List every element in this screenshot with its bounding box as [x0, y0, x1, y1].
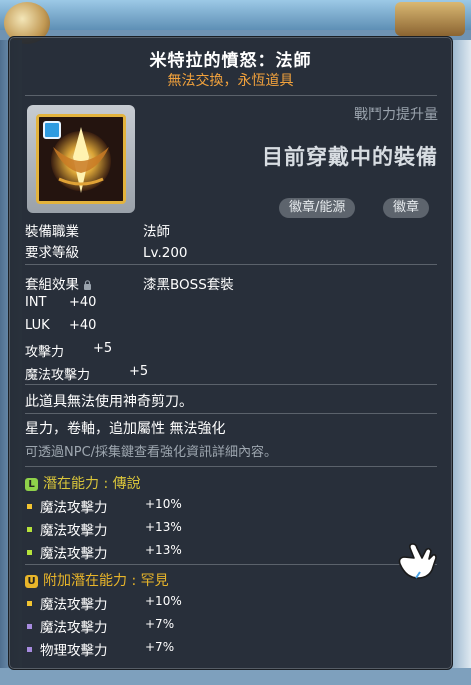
badge-energy-tab[interactable]: 徽章/能源	[279, 198, 356, 218]
legendary-icon: L	[25, 478, 38, 491]
bullet-icon	[27, 601, 32, 606]
stat-row: LUK +40	[25, 318, 96, 333]
enhance-note: 星力，卷軸，追加屬性 無法強化	[25, 421, 226, 437]
divider	[25, 564, 437, 565]
scissors-note: 此道具無法使用神奇剪刀。	[25, 394, 193, 410]
stat-value: +40	[69, 318, 97, 333]
badge-tab[interactable]: 徽章	[383, 198, 430, 218]
additional-potential-line: 魔法攻擊力 +10%	[27, 593, 182, 613]
divider	[25, 413, 437, 414]
potential-value: +13%	[145, 543, 182, 557]
additional-potential-header: U 附加潛在能力 : 罕見	[25, 570, 169, 590]
level-value: Lv.200	[143, 245, 188, 261]
stat-name: 攻擊力	[25, 345, 65, 360]
potential-name: 魔法攻擊力	[40, 546, 108, 562]
stat-row: 魔法攻擊力 +5	[25, 364, 148, 383]
stat-name: 魔法攻擊力	[25, 368, 91, 383]
game-background-bottom	[0, 668, 471, 685]
potential-line: 魔法攻擊力 +13%	[27, 519, 182, 539]
job-value: 法師	[143, 224, 170, 240]
stat-name: LUK	[25, 318, 50, 333]
item-trade-status: 無法交換，永恆道具	[167, 73, 294, 89]
set-value: 漆黑BOSS套裝	[143, 277, 234, 293]
potential-header: L 潛在能力 : 傳說	[25, 473, 141, 493]
item-tooltip: 米特拉的憤怒：法師 無法交換，永恆道具 戰鬥力提升量 目前穿戴中的裝備 徽章/能…	[8, 36, 453, 670]
job-row: 裝備職業 法師	[25, 220, 170, 240]
divider	[25, 95, 437, 96]
potential-title: 潛在能力 : 傳說	[43, 476, 141, 492]
item-icon-frame	[27, 105, 135, 213]
potential-value: +10%	[145, 497, 182, 511]
stat-row: 攻擊力 +5	[25, 341, 112, 360]
additional-potential-line: 物理攻擊力 +7%	[27, 639, 174, 659]
unique-icon: U	[25, 575, 38, 588]
game-background-right	[452, 40, 471, 685]
potential-name: 魔法攻擊力	[40, 500, 108, 516]
stat-value: +5	[129, 364, 149, 379]
potential-name: 魔法攻擊力	[40, 523, 108, 539]
potential-value: +7%	[145, 617, 175, 631]
lock-icon	[84, 280, 91, 290]
job-label: 裝備職業	[25, 224, 79, 240]
bullet-icon	[27, 504, 32, 509]
power-increase-label: 戰鬥力提升量	[354, 107, 438, 123]
item-name: 米特拉的憤怒：法師	[149, 51, 312, 71]
potential-value: +7%	[145, 640, 175, 654]
potential-name: 魔法攻擊力	[40, 620, 108, 636]
item-tag-icon	[43, 121, 61, 139]
set-row: 套組效果 漆黑BOSS套裝	[25, 273, 234, 293]
currently-equipped-label: 目前穿戴中的裝備	[262, 145, 438, 169]
stat-value: +5	[93, 341, 113, 356]
divider	[25, 384, 437, 385]
bullet-icon	[27, 527, 32, 532]
stat-name: INT	[25, 295, 47, 310]
bullet-icon	[27, 647, 32, 652]
divider	[25, 264, 437, 265]
set-label-wrap: 套組效果	[25, 273, 143, 293]
npc-hint: 可透過NPC/採集鍵查看強化資訊詳細內容。	[25, 445, 278, 460]
set-label: 套組效果	[25, 277, 79, 293]
additional-potential-title: 附加潛在能力 : 罕見	[43, 573, 169, 589]
potential-line: 魔法攻擊力 +10%	[27, 496, 182, 516]
emblem-icon	[36, 114, 126, 204]
bullet-icon	[27, 624, 32, 629]
stat-row: INT +40	[25, 295, 96, 310]
bullet-icon	[27, 550, 32, 555]
potential-value: +13%	[145, 520, 182, 534]
potential-value: +10%	[145, 594, 182, 608]
glove-cursor-icon	[398, 543, 437, 579]
divider	[25, 466, 437, 467]
game-chest-icon[interactable]	[395, 2, 465, 36]
potential-name: 魔法攻擊力	[40, 597, 108, 613]
level-label: 要求等級	[25, 245, 79, 261]
stat-value: +40	[69, 295, 97, 310]
potential-line: 魔法攻擊力 +13%	[27, 542, 182, 562]
level-row: 要求等級 Lv.200	[25, 241, 188, 261]
additional-potential-line: 魔法攻擊力 +7%	[27, 616, 174, 636]
potential-name: 物理攻擊力	[40, 643, 108, 659]
